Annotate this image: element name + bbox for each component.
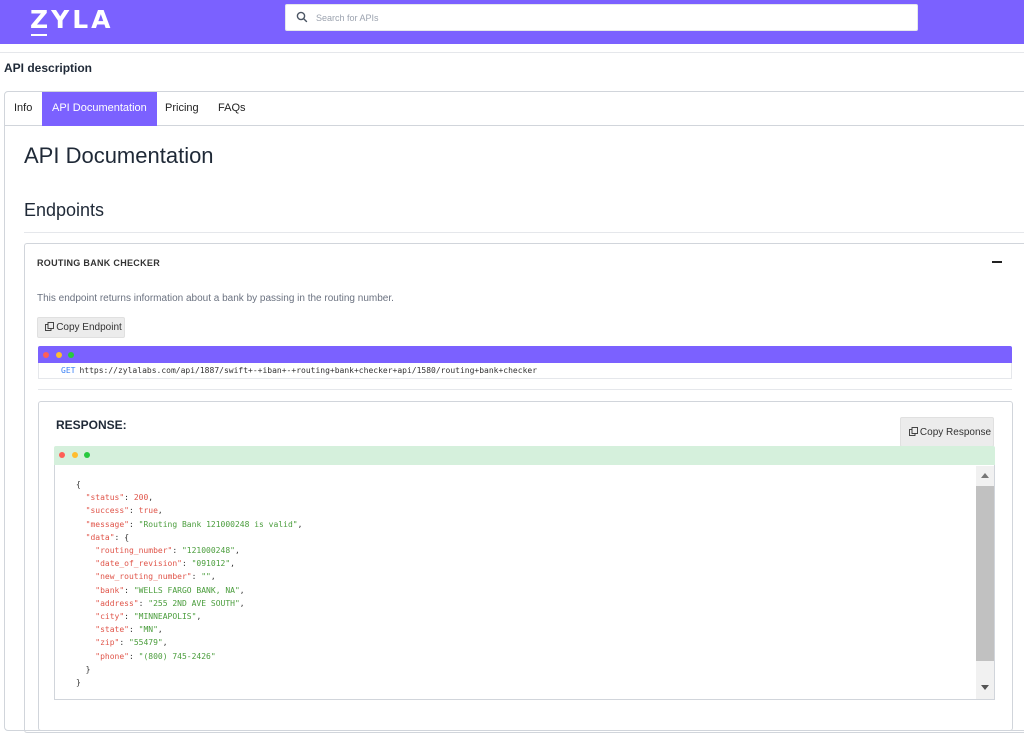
green-dot-icon bbox=[68, 352, 74, 358]
endpoint-url-box[interactable]: GET https://zylalabs.com/api/1887/swift+-… bbox=[38, 363, 1012, 379]
top-navbar: ZYLA bbox=[0, 0, 1024, 44]
red-dot-icon bbox=[59, 452, 65, 458]
yellow-dot-icon bbox=[72, 452, 78, 458]
http-method: GET bbox=[61, 366, 76, 375]
endpoint-divider bbox=[38, 389, 1012, 390]
search-bar[interactable] bbox=[285, 4, 918, 31]
copy-response-button[interactable]: Copy Response bbox=[900, 417, 994, 447]
red-dot-icon bbox=[43, 352, 49, 358]
copy-response-label: Copy Response bbox=[919, 427, 992, 438]
response-json: { "status": 200, "success": true, "messa… bbox=[76, 480, 303, 688]
page-title: API Documentation bbox=[24, 143, 214, 168]
endpoint-url: https://zylalabs.com/api/1887/swift+-+ib… bbox=[79, 366, 538, 375]
response-terminal-bar bbox=[54, 446, 995, 465]
tab-bar: Info API Documentation Pricing FAQs bbox=[5, 92, 1024, 126]
copy-icon bbox=[908, 427, 918, 436]
endpoints-heading: Endpoints bbox=[24, 200, 105, 220]
zyla-logo[interactable]: ZYLA bbox=[30, 6, 114, 34]
api-description-label: API description bbox=[4, 61, 93, 75]
search-input[interactable] bbox=[316, 8, 906, 28]
copy-icon bbox=[45, 322, 55, 331]
tab-faqs[interactable]: FAQs bbox=[218, 92, 246, 126]
search-icon bbox=[296, 11, 308, 23]
endpoint-description: This endpoint returns information about … bbox=[37, 293, 394, 304]
green-dot-icon bbox=[84, 452, 90, 458]
logo-underline bbox=[31, 34, 47, 36]
response-code-box[interactable]: { "status": 200, "success": true, "messa… bbox=[54, 465, 995, 700]
endpoint-terminal-bar bbox=[38, 346, 1012, 363]
scroll-up-arrow-icon[interactable] bbox=[981, 473, 989, 478]
endpoint-name[interactable]: ROUTING BANK CHECKER bbox=[37, 258, 160, 268]
tab-pricing[interactable]: Pricing bbox=[165, 92, 199, 126]
tab-api-documentation[interactable]: API Documentation bbox=[42, 92, 157, 126]
copy-endpoint-label: Copy Endpoint bbox=[56, 322, 122, 333]
scroll-down-arrow-icon[interactable] bbox=[981, 685, 989, 690]
yellow-dot-icon bbox=[56, 352, 62, 358]
endpoints-divider bbox=[24, 232, 1024, 233]
tab-info[interactable]: Info bbox=[14, 92, 32, 126]
response-title: RESPONSE: bbox=[56, 418, 127, 432]
header-divider bbox=[0, 52, 1024, 53]
copy-endpoint-button[interactable]: Copy Endpoint bbox=[37, 317, 125, 338]
minus-icon[interactable] bbox=[992, 256, 1004, 270]
scrollbar-thumb[interactable] bbox=[976, 486, 994, 661]
